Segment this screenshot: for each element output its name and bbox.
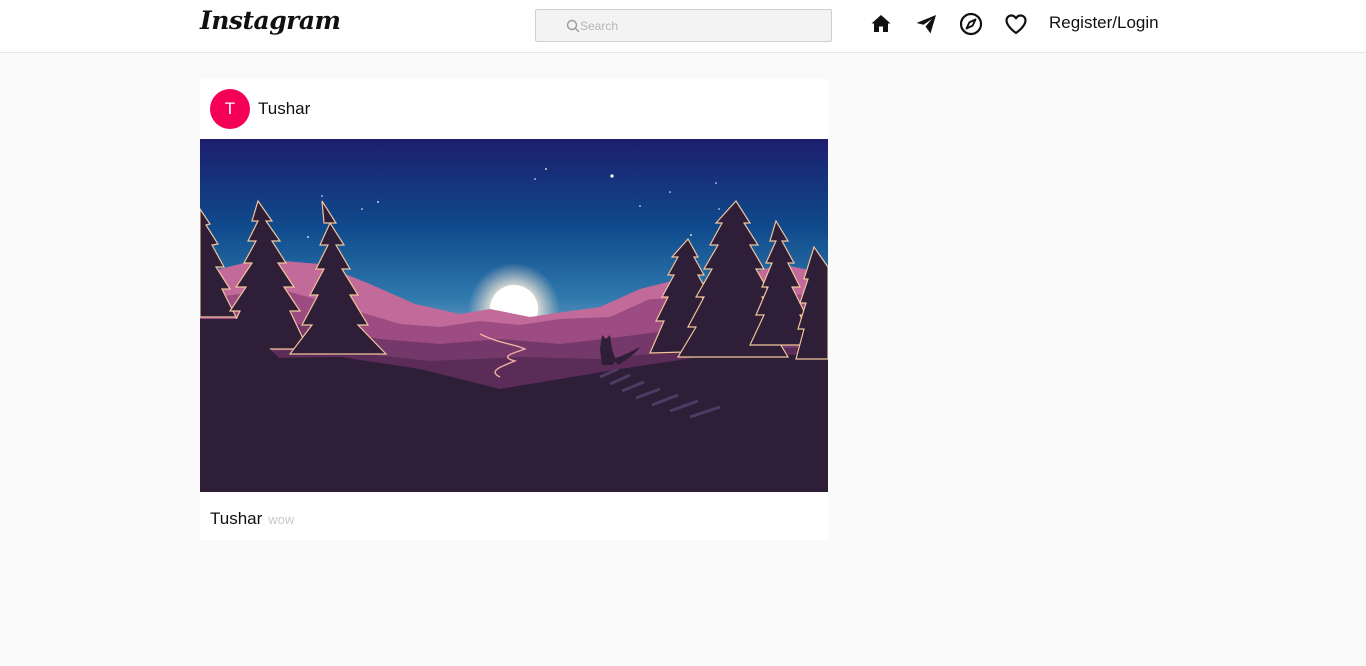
post-image <box>200 139 828 492</box>
post-username[interactable]: Tushar <box>258 99 310 119</box>
post-caption: Tushar wow <box>210 509 294 529</box>
compass-icon[interactable] <box>959 12 983 36</box>
landscape-illustration <box>200 139 828 492</box>
caption-username[interactable]: Tushar <box>210 509 262 528</box>
post-card: T Tushar Tushar wow <box>200 79 828 540</box>
post-header: T Tushar <box>200 79 828 139</box>
caption-text: wow <box>268 512 295 527</box>
search-icon <box>566 19 580 33</box>
paper-plane-icon[interactable] <box>914 12 938 36</box>
avatar[interactable]: T <box>210 89 250 129</box>
instagram-logo[interactable]: Instagram <box>200 6 341 35</box>
search-box[interactable] <box>535 9 832 42</box>
search-input[interactable] <box>580 10 820 41</box>
top-navbar: Instagram Register/Login <box>0 0 1366 53</box>
home-icon[interactable] <box>869 12 893 36</box>
heart-icon[interactable] <box>1004 12 1028 36</box>
register-login-link[interactable]: Register/Login <box>1049 13 1159 33</box>
